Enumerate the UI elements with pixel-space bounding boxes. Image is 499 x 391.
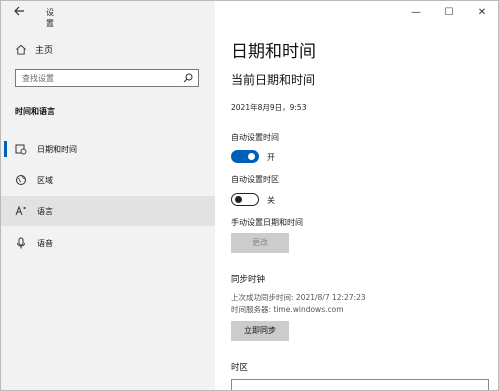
home-link[interactable]: 主页 bbox=[15, 41, 53, 57]
sidebar-item-label: 日期和时间 bbox=[37, 144, 77, 154]
sidebar-item-language[interactable]: 语言 bbox=[1, 196, 215, 226]
home-label: 主页 bbox=[35, 45, 54, 56]
timezone-dropdown[interactable] bbox=[231, 379, 489, 390]
change-button[interactable]: 更改 bbox=[231, 233, 289, 253]
globe-icon bbox=[16, 175, 26, 185]
sidebar-item-label: 区域 bbox=[37, 175, 53, 185]
main-content: — ☐ ✕ 日期和时间 当前日期和时间 2021年8月9日，9:53 自动设置时… bbox=[215, 1, 498, 390]
home-icon bbox=[16, 44, 26, 55]
search-box[interactable] bbox=[15, 69, 199, 87]
search-input[interactable] bbox=[22, 72, 172, 84]
sync-now-button[interactable]: 立即同步 bbox=[231, 321, 289, 341]
calendar-clock-icon bbox=[15, 144, 27, 155]
sidebar-item-label: 语言 bbox=[37, 206, 53, 216]
sidebar-item-label: 语音 bbox=[37, 238, 53, 248]
current-datetime-value: 2021年8月9日，9:53 bbox=[231, 103, 307, 112]
back-arrow-icon bbox=[14, 6, 24, 16]
microphone-icon bbox=[17, 237, 25, 249]
auto-timezone-state: 关 bbox=[267, 196, 275, 205]
auto-timezone-label: 自动设置时区 bbox=[231, 175, 279, 184]
auto-time-toggle[interactable] bbox=[231, 150, 259, 163]
last-sync-text: 上次成功同步时间: 2021/8/7 12:27:23 bbox=[231, 293, 366, 302]
sidebar-item-speech[interactable]: 语音 bbox=[1, 228, 215, 258]
back-button[interactable] bbox=[11, 5, 27, 21]
timezone-heading: 时区 bbox=[231, 363, 249, 373]
section-heading: 时间和语言 bbox=[15, 107, 55, 116]
minimize-button[interactable]: — bbox=[408, 5, 424, 21]
sidebar: 设置 主页 时间和语言 日期和时间 区域 语言 语音 bbox=[1, 1, 215, 390]
active-indicator bbox=[4, 141, 7, 157]
time-server-text: 时间服务器: time.windows.com bbox=[231, 305, 344, 314]
maximize-icon: ☐ bbox=[444, 7, 454, 18]
maximize-button[interactable]: ☐ bbox=[441, 5, 457, 21]
auto-time-label: 自动设置时间 bbox=[231, 133, 279, 142]
sidebar-item-date-time[interactable]: 日期和时间 bbox=[1, 134, 215, 164]
sidebar-item-region[interactable]: 区域 bbox=[1, 165, 215, 195]
toggle-knob bbox=[248, 153, 255, 160]
minimize-icon: — bbox=[411, 7, 421, 18]
current-datetime-heading: 当前日期和时间 bbox=[231, 73, 316, 87]
close-icon: ✕ bbox=[477, 7, 487, 18]
search-icon[interactable] bbox=[183, 73, 193, 83]
sync-heading: 同步时钟 bbox=[231, 275, 266, 285]
auto-time-state: 开 bbox=[267, 153, 275, 162]
language-icon bbox=[15, 205, 26, 216]
settings-window: 设置 主页 时间和语言 日期和时间 区域 语言 语音 bbox=[0, 0, 499, 391]
manual-set-label: 手动设置日期和时间 bbox=[231, 218, 303, 227]
toggle-knob bbox=[235, 195, 242, 203]
page-title: 日期和时间 bbox=[231, 42, 316, 62]
auto-timezone-toggle[interactable] bbox=[231, 193, 259, 206]
close-button[interactable]: ✕ bbox=[474, 5, 490, 21]
app-title: 设置 bbox=[46, 8, 54, 28]
